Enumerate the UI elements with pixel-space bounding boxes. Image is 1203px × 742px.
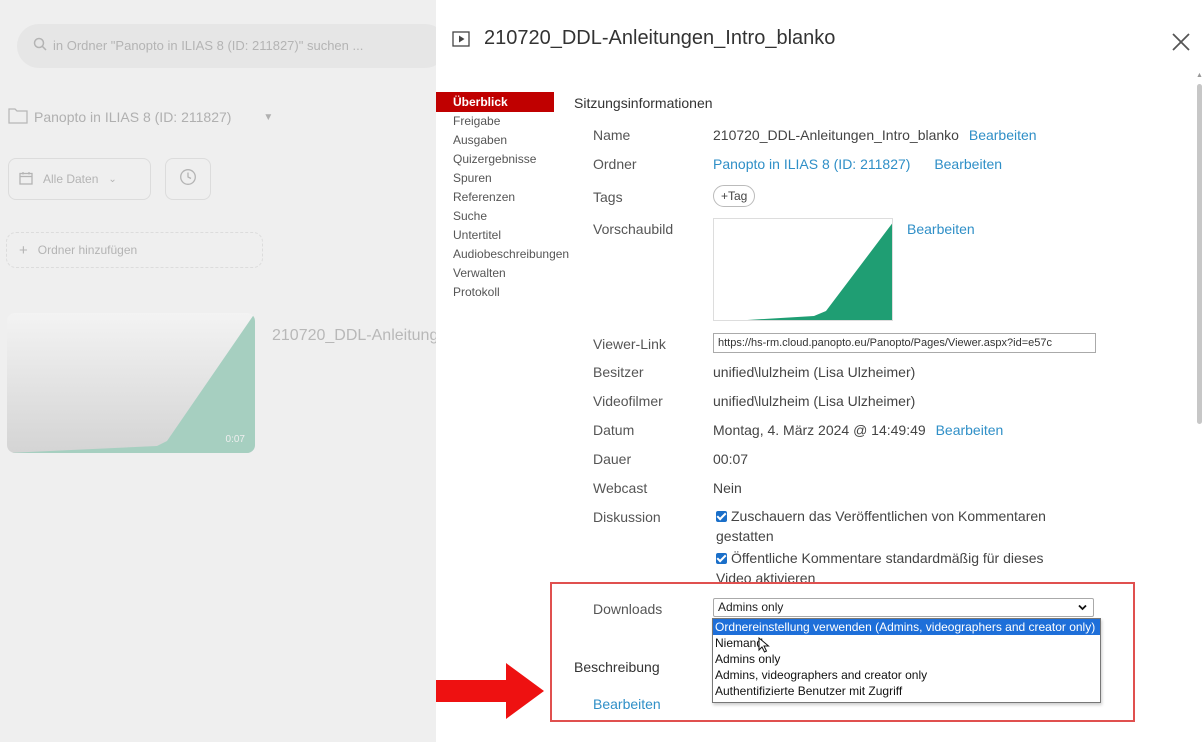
- viewer-link-label: Viewer-Link: [593, 336, 666, 352]
- folder-link[interactable]: Panopto in ILIAS 8 (ID: 211827): [713, 156, 910, 172]
- tags-label: Tags: [593, 189, 623, 205]
- viewer-link-input[interactable]: https://hs-rm.cloud.panopto.eu/Panopto/P…: [713, 333, 1096, 353]
- thumbnail-label: Vorschaubild: [593, 221, 674, 237]
- duration-value: 00:07: [713, 451, 749, 467]
- public-comments-label: Öffentliche Kommentare standardmäßig für…: [716, 550, 1044, 584]
- discussion-label: Diskussion: [593, 509, 661, 525]
- allow-comments-checkbox[interactable]: [716, 511, 727, 522]
- recent-button[interactable]: [165, 158, 211, 200]
- public-comments-row-clip: Öffentliche Kommentare standardmäßig für…: [716, 548, 1096, 584]
- search-placeholder: in Ordner "Panopto in ILIAS 8 (ID: 21182…: [53, 38, 364, 53]
- date-filter-button[interactable]: Alle Daten ⌄: [8, 158, 151, 200]
- videographer-value: unified\lulzheim (Lisa Ulzheimer): [713, 393, 916, 409]
- folder-selector[interactable]: Panopto in ILIAS 8 (ID: 211827) ▼: [8, 107, 273, 127]
- search-icon: [33, 25, 47, 69]
- folder-search-input[interactable]: in Ordner "Panopto in ILIAS 8 (ID: 21182…: [17, 24, 436, 68]
- scrollbar-thumb[interactable]: [1197, 84, 1202, 424]
- videographer-label: Videofilmer: [593, 393, 663, 409]
- date-filter-label: Alle Daten: [43, 172, 99, 186]
- clock-icon: [179, 168, 197, 191]
- add-folder-button[interactable]: + Ordner hinzufügen: [6, 232, 263, 268]
- allow-comments-checkbox-row[interactable]: Zuschauern das Veröffentlichen von Komme…: [716, 506, 1076, 546]
- thumbnail-preview: [713, 218, 893, 321]
- red-arrow-icon: [436, 663, 544, 724]
- public-comments-checkbox-row[interactable]: Öffentliche Kommentare standardmäßig für…: [716, 548, 1076, 584]
- highlight-box: [550, 582, 1135, 722]
- session-info-content: Sitzungsinformationen Name 210720_DDL-An…: [436, 0, 1196, 742]
- allow-comments-label: Zuschauern das Veröffentlichen von Komme…: [716, 508, 1046, 544]
- webcast-value: Nein: [713, 480, 742, 496]
- session-duration: 0:07: [225, 434, 245, 445]
- scrollbar[interactable]: ▲: [1195, 72, 1203, 742]
- name-value-row: 210720_DDL-Anleitungen_Intro_blanko Bear…: [713, 127, 1037, 143]
- folder-icon: [8, 107, 28, 127]
- folder-value-row: Panopto in ILIAS 8 (ID: 211827) Bearbeit…: [713, 156, 1002, 172]
- add-folder-label: Ordner hinzufügen: [37, 243, 138, 257]
- name-label: Name: [593, 127, 631, 143]
- folder-label: Ordner: [593, 156, 637, 172]
- owner-label: Besitzer: [593, 364, 644, 380]
- edit-name-link[interactable]: Bearbeiten: [969, 127, 1037, 143]
- owner-value: unified\lulzheim (Lisa Ulzheimer): [713, 364, 916, 380]
- edit-date-link[interactable]: Bearbeiten: [936, 422, 1004, 438]
- section-title: Sitzungsinformationen: [574, 95, 713, 111]
- scroll-up-icon[interactable]: ▲: [1196, 72, 1203, 79]
- date-label: Datum: [593, 422, 635, 438]
- public-comments-checkbox[interactable]: [716, 553, 727, 564]
- calendar-icon: [19, 171, 33, 188]
- date-value: Montag, 4. März 2024 @ 14:49:49: [713, 422, 926, 438]
- webcast-label: Webcast: [593, 480, 648, 496]
- date-value-row: Montag, 4. März 2024 @ 14:49:49 Bearbeit…: [713, 422, 1003, 438]
- plus-icon: +: [19, 241, 28, 259]
- duration-label: Dauer: [593, 451, 632, 467]
- session-settings-modal: 210720_DDL-Anleitungen_Intro_blanko ▲ Üb…: [436, 0, 1203, 742]
- chevron-down-icon: ⌄: [108, 173, 117, 185]
- caret-down-icon: ▼: [263, 111, 274, 123]
- add-tag-button[interactable]: +Tag: [713, 185, 756, 207]
- folder-name: Panopto in ILIAS 8 (ID: 211827): [34, 109, 232, 125]
- edit-folder-link[interactable]: Bearbeiten: [934, 156, 1002, 172]
- background-panel: in Ordner "Panopto in ILIAS 8 (ID: 21182…: [0, 0, 436, 742]
- session-title[interactable]: 210720_DDL-Anleitungen_Intro_blanko: [272, 327, 436, 345]
- session-thumbnail[interactable]: 0:07: [7, 313, 255, 453]
- name-value: 210720_DDL-Anleitungen_Intro_blanko: [713, 127, 959, 143]
- edit-thumbnail-link[interactable]: Bearbeiten: [907, 221, 975, 237]
